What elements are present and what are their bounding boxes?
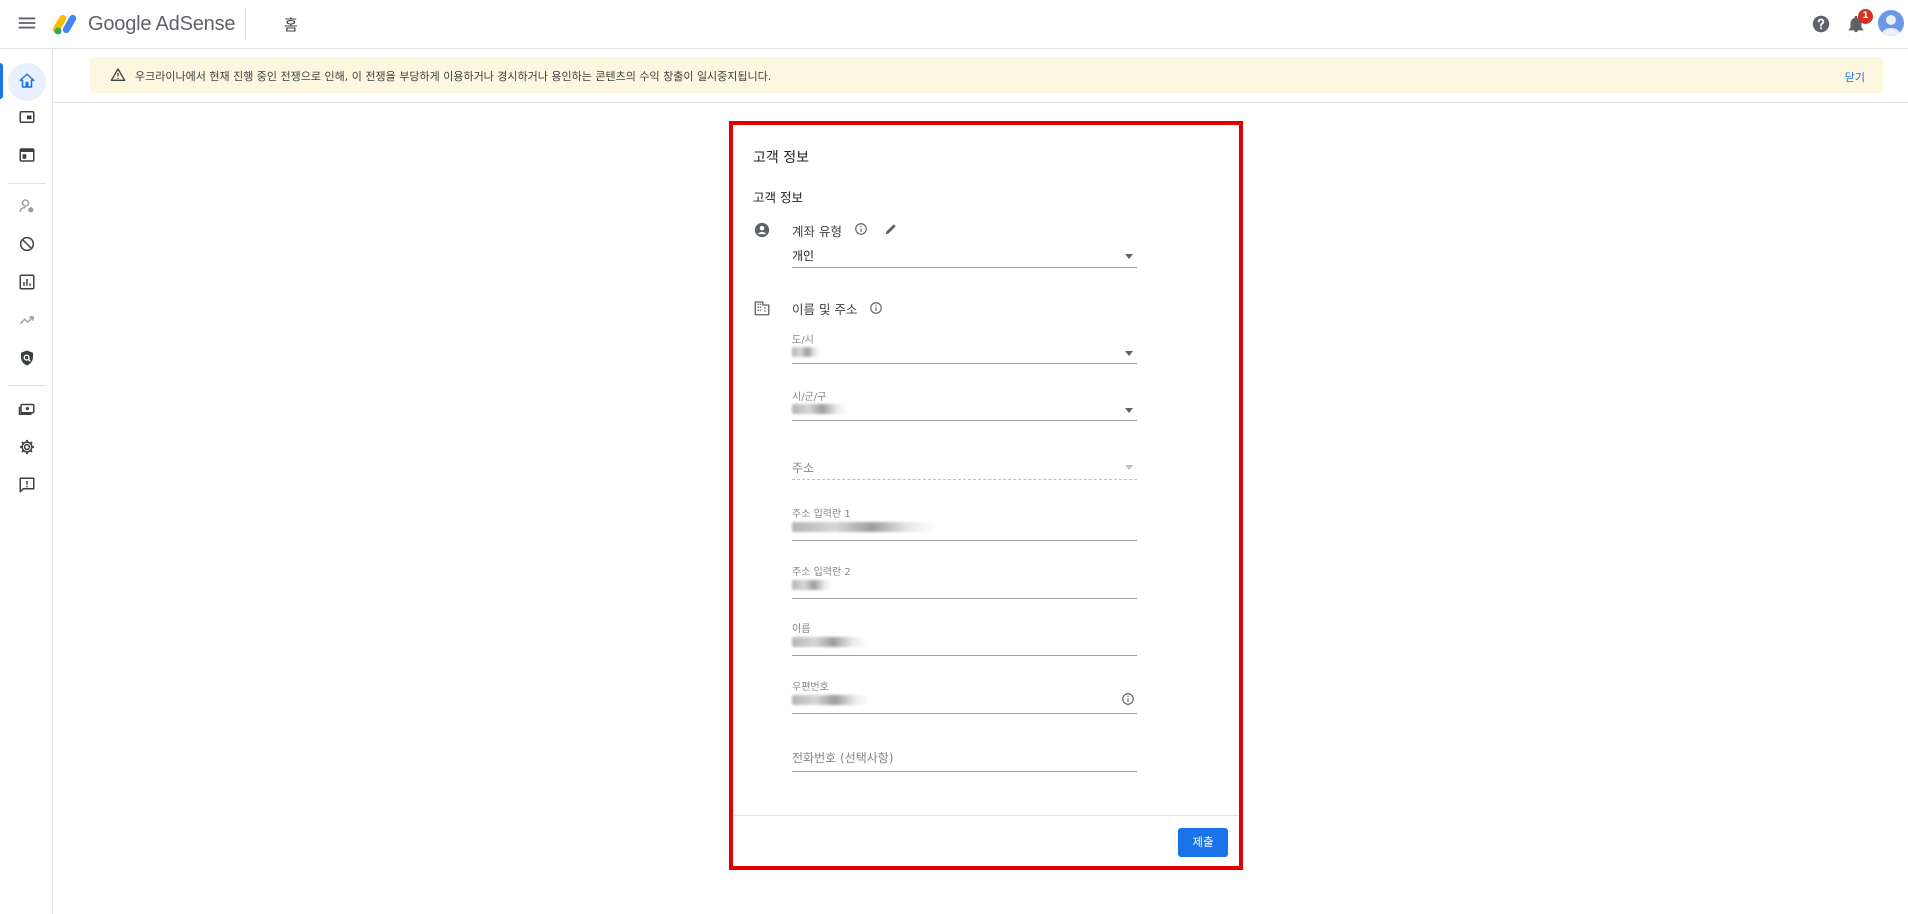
privacy-messaging-icon — [19, 199, 33, 213]
banner-close-button[interactable]: 닫기 — [1845, 69, 1865, 85]
address-select[interactable]: 주소 — [792, 459, 1137, 487]
home-icon — [19, 73, 34, 88]
info-icon[interactable] — [1121, 692, 1135, 706]
warning-icon — [110, 68, 126, 81]
info-icon[interactable] — [854, 222, 868, 236]
nav-brand-safety[interactable] — [0, 340, 53, 376]
card-title: 고객 정보 — [753, 150, 809, 166]
building-icon — [754, 301, 770, 316]
address-line1-label: 주소 입력란 1 — [792, 509, 851, 520]
section-title: 고객 정보 — [753, 190, 803, 205]
nav-ads[interactable] — [0, 99, 53, 135]
field-underline — [792, 420, 1137, 421]
nav-home[interactable] — [0, 63, 53, 101]
nav-divider — [8, 183, 46, 184]
redacted-value — [792, 695, 870, 705]
field-underline — [792, 363, 1137, 364]
brand-safety-icon — [20, 350, 33, 366]
nav-optimization[interactable] — [0, 302, 53, 338]
account-type-select[interactable]: 개인 — [792, 247, 1137, 273]
field-underline — [792, 540, 1137, 541]
account-type-label: 계좌 유형 — [792, 224, 842, 239]
sites-icon — [19, 148, 34, 162]
province-label: 도/시 — [792, 335, 814, 346]
name-address-label: 이름 및 주소 — [792, 302, 858, 317]
blocking-controls-icon — [19, 236, 34, 252]
header-divider — [245, 8, 246, 40]
side-navigation — [0, 49, 53, 914]
nav-settings[interactable] — [0, 429, 53, 465]
menu-icon[interactable] — [16, 12, 38, 34]
adsense-logo[interactable] — [52, 12, 80, 36]
help-icon[interactable] — [1810, 13, 1832, 35]
submit-button[interactable]: 제출 — [1178, 828, 1228, 857]
optimization-icon — [19, 316, 34, 325]
redacted-value — [792, 347, 820, 357]
address-line1-input[interactable]: 주소 입력란 1 — [792, 505, 1137, 545]
nav-reports[interactable] — [0, 264, 53, 300]
page-title: 홈 — [284, 16, 298, 34]
postal-code-input[interactable]: 우편번호 — [792, 678, 1137, 718]
address-placeholder: 주소 — [792, 461, 815, 475]
avatar-person-icon — [1882, 15, 1900, 36]
field-underline — [792, 771, 1137, 772]
redacted-value — [792, 522, 937, 532]
phone-input[interactable]: 전화번호 (선택사항) — [792, 749, 1137, 779]
field-underline — [792, 598, 1137, 599]
notification-badge: 1 — [1858, 9, 1873, 24]
redacted-value — [792, 637, 867, 647]
nav-feedback[interactable] — [0, 467, 53, 503]
nav-privacy-messaging[interactable] — [0, 188, 53, 224]
account-avatar[interactable] — [1878, 10, 1904, 36]
edit-pencil-icon[interactable] — [883, 221, 899, 237]
redacted-value — [792, 404, 847, 414]
address-line2-label: 주소 입력란 2 — [792, 567, 851, 578]
customer-info-card: 고객 정보 고객 정보 계좌 유형 개인 이름 및 주소 도/시 시/군/구 주… — [729, 121, 1243, 870]
name-label: 이름 — [792, 624, 811, 635]
top-app-bar: Google AdSense 홈 1 — [0, 0, 1908, 49]
feedback-icon — [19, 477, 34, 493]
field-underline — [792, 713, 1137, 714]
nav-divider — [8, 385, 46, 386]
name-input[interactable]: 이름 — [792, 620, 1137, 660]
info-icon[interactable] — [869, 301, 883, 315]
phone-placeholder: 전화번호 (선택사항) — [792, 751, 894, 765]
settings-icon — [19, 439, 34, 455]
nav-sites[interactable] — [0, 137, 53, 173]
postal-code-label: 우편번호 — [792, 682, 829, 693]
ads-icon — [19, 111, 34, 123]
nav-payments[interactable] — [0, 391, 53, 427]
account-type-value: 개인 — [792, 249, 815, 263]
banner-message: 우크라이나에서 현재 진행 중인 전쟁으로 인해, 이 전쟁을 부당하게 이용하… — [135, 70, 772, 83]
field-underline — [792, 267, 1137, 268]
payments-icon — [18, 403, 34, 415]
warning-banner: 우크라이나에서 현재 진행 중인 전쟁으로 인해, 이 전쟁을 부당하게 이용하… — [90, 57, 1883, 93]
nav-blocking-controls[interactable] — [0, 226, 53, 262]
dropdown-arrow-icon — [1125, 465, 1133, 470]
card-footer-divider — [733, 815, 1239, 816]
city-select[interactable]: 시/군/구 — [792, 388, 1137, 424]
dropdown-arrow-icon — [1125, 351, 1133, 356]
dropdown-arrow-icon — [1125, 254, 1133, 259]
dropdown-arrow-icon — [1125, 408, 1133, 413]
reports-icon — [19, 274, 34, 290]
city-label: 시/군/구 — [792, 392, 827, 403]
app-brand-name[interactable]: Google AdSense — [88, 13, 236, 36]
province-select[interactable]: 도/시 — [792, 331, 1137, 367]
account-circle-icon — [754, 222, 770, 238]
field-underline — [792, 479, 1137, 480]
banner-area: 우크라이나에서 현재 진행 중인 전쟁으로 인해, 이 전쟁을 부당하게 이용하… — [54, 49, 1908, 103]
field-underline — [792, 655, 1137, 656]
address-line2-input[interactable]: 주소 입력란 2 — [792, 563, 1137, 603]
redacted-value — [792, 580, 832, 590]
